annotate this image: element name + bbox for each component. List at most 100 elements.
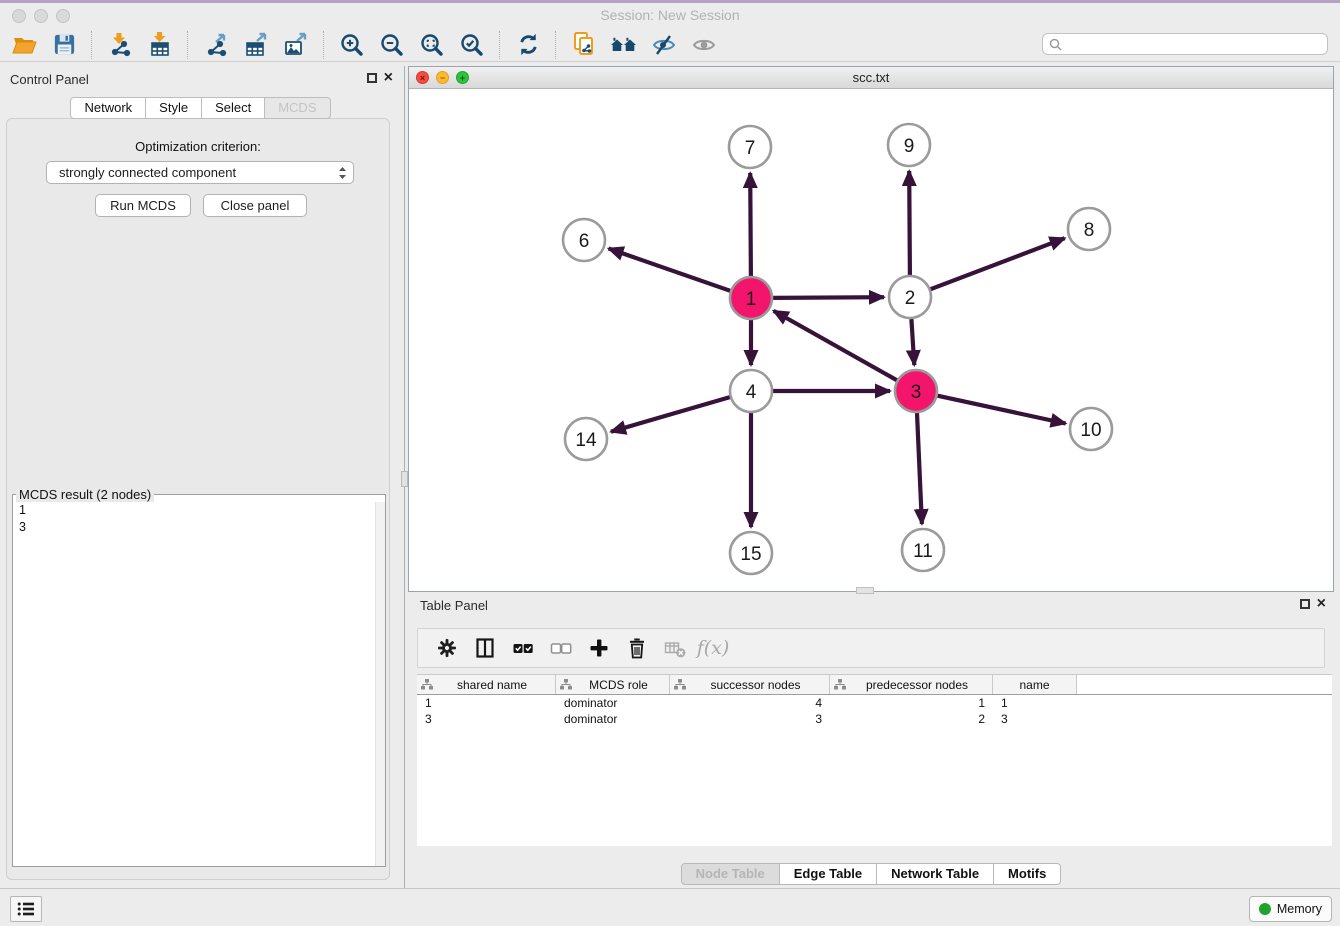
tab-node-table[interactable]: Node Table (681, 863, 780, 885)
create-column-button[interactable] (580, 632, 618, 664)
show-columns-button[interactable] (466, 632, 504, 664)
float-panel-icon[interactable] (367, 73, 377, 83)
memory-button[interactable]: Memory (1249, 896, 1332, 922)
zoom-out-button[interactable] (372, 30, 412, 60)
minimize-view-icon[interactable]: − (436, 71, 449, 84)
search-input[interactable] (1066, 36, 1327, 52)
close-view-icon[interactable]: × (416, 71, 429, 84)
zoom-window-icon[interactable] (56, 9, 70, 23)
table-row[interactable]: 3dominator323 (417, 711, 1332, 727)
table-panel-title: Table Panel (420, 598, 488, 613)
zoom-fit-button[interactable] (412, 30, 452, 60)
column-header-successor-nodes[interactable]: successor nodes (670, 675, 830, 694)
edge-3-11[interactable] (917, 413, 922, 524)
splitter-grip[interactable] (401, 471, 408, 487)
column-header-mcds-role[interactable]: MCDS role (556, 675, 670, 694)
tab-network-table[interactable]: Network Table (876, 863, 994, 885)
tab-mcds[interactable]: MCDS (264, 97, 330, 119)
import-network-icon (107, 32, 133, 58)
edge-3-10[interactable] (938, 396, 1066, 424)
application-window: Session: New Session (0, 0, 1340, 926)
edge-2-8[interactable] (931, 238, 1065, 289)
cell-predecessor-nodes[interactable]: 1 (830, 696, 993, 710)
tab-edge-table[interactable]: Edge Table (779, 863, 877, 885)
delete-table-button[interactable] (656, 632, 694, 664)
open-session-button[interactable] (4, 30, 44, 60)
clone-network-button[interactable] (564, 30, 604, 60)
delete-columns-button[interactable] (618, 632, 656, 664)
maximize-view-icon[interactable]: + (456, 71, 469, 84)
export-image-icon (283, 32, 309, 58)
tab-motifs[interactable]: Motifs (993, 863, 1061, 885)
vertical-splitter[interactable] (401, 66, 408, 888)
float-table-panel-icon[interactable] (1300, 599, 1310, 609)
minimize-window-icon[interactable] (34, 9, 48, 23)
node-label-11: 11 (913, 541, 933, 562)
table-options-button[interactable] (428, 632, 466, 664)
run-mcds-button[interactable]: Run MCDS (95, 194, 191, 217)
search-field[interactable] (1042, 33, 1328, 55)
mcds-result-list[interactable]: 13 (13, 502, 385, 866)
network-graph-canvas[interactable]: 7968124314101511 (409, 89, 1333, 591)
criterion-dropdown[interactable]: strongly connected component (46, 161, 354, 184)
hide-graphics-details-button[interactable] (644, 30, 684, 60)
horizontal-splitter-grip[interactable] (856, 587, 874, 594)
edge-1-7[interactable] (750, 173, 751, 276)
export-table-button[interactable] (236, 30, 276, 60)
edge-2-9[interactable] (909, 171, 910, 275)
checked-boxes-icon (511, 636, 535, 660)
cell-shared-name[interactable]: 3 (417, 712, 556, 726)
cell-mcds-role[interactable]: dominator (556, 712, 670, 726)
import-table-button[interactable] (140, 30, 180, 60)
export-network-button[interactable] (196, 30, 236, 60)
cell-name[interactable]: 1 (993, 696, 1077, 710)
result-scrollbar[interactable] (375, 502, 385, 866)
table-panel: Table Panel × (408, 592, 1334, 888)
table-row[interactable]: 1dominator411 (417, 695, 1332, 711)
network-window-titlebar[interactable]: scc.txt × − + (409, 67, 1333, 89)
close-panel-button[interactable]: Close panel (203, 194, 307, 217)
close-table-panel-icon[interactable]: × (1317, 598, 1326, 610)
node-label-7: 7 (745, 138, 756, 159)
function-builder-button[interactable]: f(x) (694, 632, 732, 664)
toolbar-separator (499, 31, 501, 59)
node-label-10: 10 (1080, 420, 1101, 441)
export-image-button[interactable] (276, 30, 316, 60)
window-controls (12, 9, 70, 23)
close-window-icon[interactable] (12, 9, 26, 23)
export-table-icon (243, 32, 269, 58)
apply-layout-button[interactable] (508, 30, 548, 60)
cell-shared-name[interactable]: 1 (417, 696, 556, 710)
unselect-all-columns-button[interactable] (542, 632, 580, 664)
cell-successor-nodes[interactable]: 3 (670, 712, 830, 726)
tab-style[interactable]: Style (145, 97, 202, 119)
cell-mcds-role[interactable]: dominator (556, 696, 670, 710)
edge-4-14[interactable] (611, 397, 730, 432)
show-graphics-details-button[interactable] (684, 30, 724, 60)
zoom-selected-button[interactable] (452, 30, 492, 60)
node-label-3: 3 (911, 382, 922, 403)
edge-2-3[interactable] (911, 319, 914, 365)
plus-icon (587, 636, 611, 660)
edge-1-6[interactable] (609, 249, 731, 291)
edge-3-1[interactable] (774, 311, 897, 380)
node-table[interactable]: shared nameMCDS rolesuccessor nodesprede… (417, 674, 1332, 846)
zoom-in-button[interactable] (332, 30, 372, 60)
select-all-columns-button[interactable] (504, 632, 542, 664)
cell-predecessor-nodes[interactable]: 2 (830, 712, 993, 726)
home-icon (610, 32, 638, 58)
column-tree-icon (421, 679, 433, 690)
column-header-shared-name[interactable]: shared name (417, 675, 556, 694)
show-all-networks-button[interactable] (604, 30, 644, 60)
cell-successor-nodes[interactable]: 4 (670, 696, 830, 710)
show-panels-button[interactable] (10, 896, 42, 922)
tab-network[interactable]: Network (70, 97, 146, 119)
edge-1-2[interactable] (773, 297, 884, 298)
column-header-predecessor-nodes[interactable]: predecessor nodes (830, 675, 993, 694)
column-header-name[interactable]: name (993, 675, 1077, 694)
import-network-button[interactable] (100, 30, 140, 60)
save-session-button[interactable] (44, 30, 84, 60)
tab-select[interactable]: Select (201, 97, 265, 119)
close-panel-icon[interactable]: × (384, 72, 393, 84)
cell-name[interactable]: 3 (993, 712, 1077, 726)
